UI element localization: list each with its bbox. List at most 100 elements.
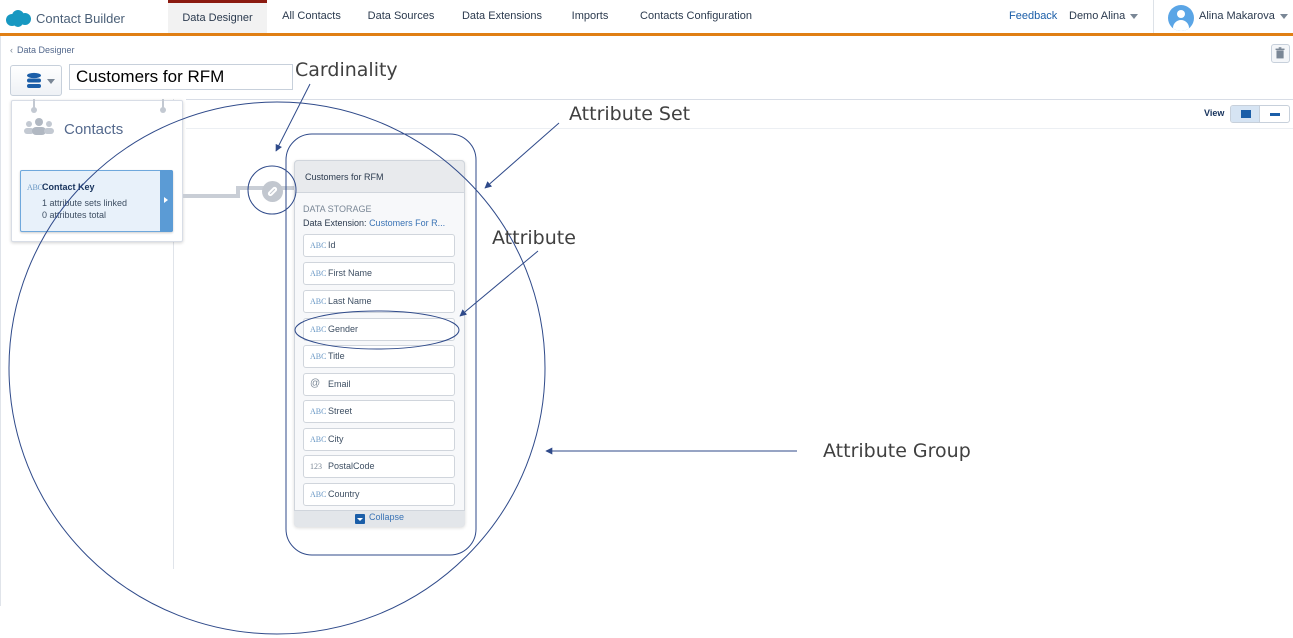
tab-label: Contacts Configuration [640, 10, 752, 22]
org-switcher[interactable]: Demo Alina [1069, 0, 1139, 33]
text-type-icon: ABC [310, 490, 327, 499]
chevron-down-icon [1130, 13, 1139, 19]
toolbar-divider [186, 99, 1293, 100]
view-toggle [1230, 105, 1290, 123]
relationship-line [183, 194, 237, 198]
attribute-name: PostalCode [328, 461, 375, 471]
attribute-row[interactable]: ABC City [303, 428, 455, 451]
chevron-down-icon [1279, 13, 1288, 19]
data-storage-label: DATA STORAGE [303, 204, 372, 214]
email-type-icon: @ [310, 378, 321, 389]
annotation-cardinality: Cardinality [295, 59, 398, 81]
canvas-divider [186, 128, 1293, 129]
data-extension-menu-button[interactable] [10, 65, 62, 96]
annotation-overlay [8, 83, 797, 635]
view-label: View [1204, 108, 1225, 118]
contacts-group-icon [24, 118, 54, 135]
text-type-icon: ABC [27, 183, 43, 192]
collapse-icon [355, 514, 365, 524]
cardinality-arrow [275, 83, 311, 152]
attributes-total: 0 attributes total [42, 210, 107, 220]
attribute-name: City [328, 434, 344, 444]
attribute-row[interactable]: 123 PostalCode [303, 455, 455, 478]
chevron-left-icon: ‹ [10, 45, 13, 55]
app-name: Contact Builder [36, 10, 125, 26]
text-type-icon: ABC [310, 297, 327, 306]
user-menu[interactable]: Alina Makarova [1199, 0, 1288, 33]
attribute-set-arrow [484, 122, 560, 189]
minus-icon [1270, 113, 1281, 116]
data-extension-prefix: Data Extension: [303, 218, 367, 228]
text-type-icon: ABC [310, 241, 327, 250]
tab-all-contacts[interactable]: All Contacts [271, 0, 352, 33]
trash-icon [1275, 47, 1285, 59]
attribute-name: Street [328, 406, 353, 416]
chevron-down-icon [47, 79, 55, 84]
text-type-icon: ABC [310, 325, 327, 334]
avatar[interactable] [1168, 5, 1194, 31]
view-cards-button[interactable] [1231, 106, 1261, 122]
feedback-link[interactable]: Feedback [1009, 0, 1057, 33]
top-navigation-bar: Contact Builder Data Designer All Contac… [0, 0, 1293, 36]
annotation-attribute-set: Attribute Set [569, 103, 691, 125]
attribute-name: Title [328, 351, 345, 361]
text-type-icon: ABC [310, 352, 327, 361]
collapse-label[interactable]: Collapse [369, 512, 404, 522]
number-type-icon: 123 [310, 462, 322, 471]
attribute-row[interactable]: ABC Last Name [303, 290, 455, 313]
breadcrumb-label: Data Designer [17, 45, 75, 55]
attribute-row[interactable]: ABC Street [303, 400, 455, 423]
attribute-row[interactable]: @ Email [303, 373, 455, 396]
attribute-row[interactable]: ABC Country [303, 483, 455, 506]
data-extension-line: Data Extension: Customers For R... [303, 218, 445, 228]
app-brand[interactable]: Contact Builder [4, 7, 125, 29]
attribute-row[interactable]: ABC Id [303, 234, 455, 257]
attribute-name: Email [328, 379, 351, 389]
pin-icon [31, 99, 37, 113]
attribute-row[interactable]: ABC First Name [303, 262, 455, 285]
tab-label: Data Designer [182, 12, 253, 24]
breadcrumb[interactable]: ‹ Data Designer [10, 45, 75, 55]
view-list-button[interactable] [1260, 106, 1289, 122]
nav-divider [1153, 0, 1154, 33]
contact-key-expand-tab[interactable] [160, 170, 173, 232]
tab-contacts-configuration[interactable]: Contacts Configuration [626, 0, 766, 33]
pin-icon [160, 99, 166, 113]
user-icon-body [1173, 20, 1189, 31]
attribute-row[interactable]: ABC Gender [303, 318, 455, 341]
attribute-name: First Name [328, 268, 373, 278]
data-extension-link[interactable]: Customers For R... [369, 218, 445, 228]
annotation-attribute: Attribute [492, 227, 576, 249]
tab-data-designer[interactable]: Data Designer [168, 0, 267, 33]
tab-imports[interactable]: Imports [560, 0, 620, 33]
tab-label: Data Sources [367, 10, 435, 22]
user-name: Alina Makarova [1199, 10, 1275, 22]
linked-sets-count: 1 attribute sets linked [42, 198, 128, 208]
folder-icon [1241, 110, 1251, 118]
contact-key-title: Contact Key [42, 182, 95, 192]
salesforce-cloud-icon [6, 9, 31, 27]
annotation-attribute-group: Attribute Group [823, 440, 971, 462]
tab-data-extensions[interactable]: Data Extensions [450, 0, 554, 33]
attribute-row[interactable]: ABC Title [303, 345, 455, 368]
attribute-name: Gender [328, 324, 359, 334]
text-type-icon: ABC [310, 269, 327, 278]
tab-label: All Contacts [282, 10, 341, 22]
contacts-title: Contacts [64, 121, 124, 138]
attribute-name: Country [328, 489, 360, 499]
attribute-name: Id [328, 240, 336, 250]
attribute-group-name-input[interactable] [69, 64, 293, 90]
tab-data-sources[interactable]: Data Sources [358, 0, 444, 33]
text-type-icon: ABC [310, 435, 327, 444]
text-type-icon: ABC [310, 407, 327, 416]
tab-label: Imports [571, 10, 609, 22]
user-icon [1177, 10, 1185, 18]
link-icon [266, 185, 279, 198]
cardinality-link-button[interactable] [262, 181, 283, 202]
tab-label: Data Extensions [461, 10, 543, 22]
attribute-name: Last Name [328, 296, 372, 306]
delete-button[interactable] [1271, 44, 1290, 63]
chevron-right-icon [164, 197, 168, 203]
org-name: Demo Alina [1069, 10, 1126, 22]
attribute-arrow [459, 250, 539, 317]
